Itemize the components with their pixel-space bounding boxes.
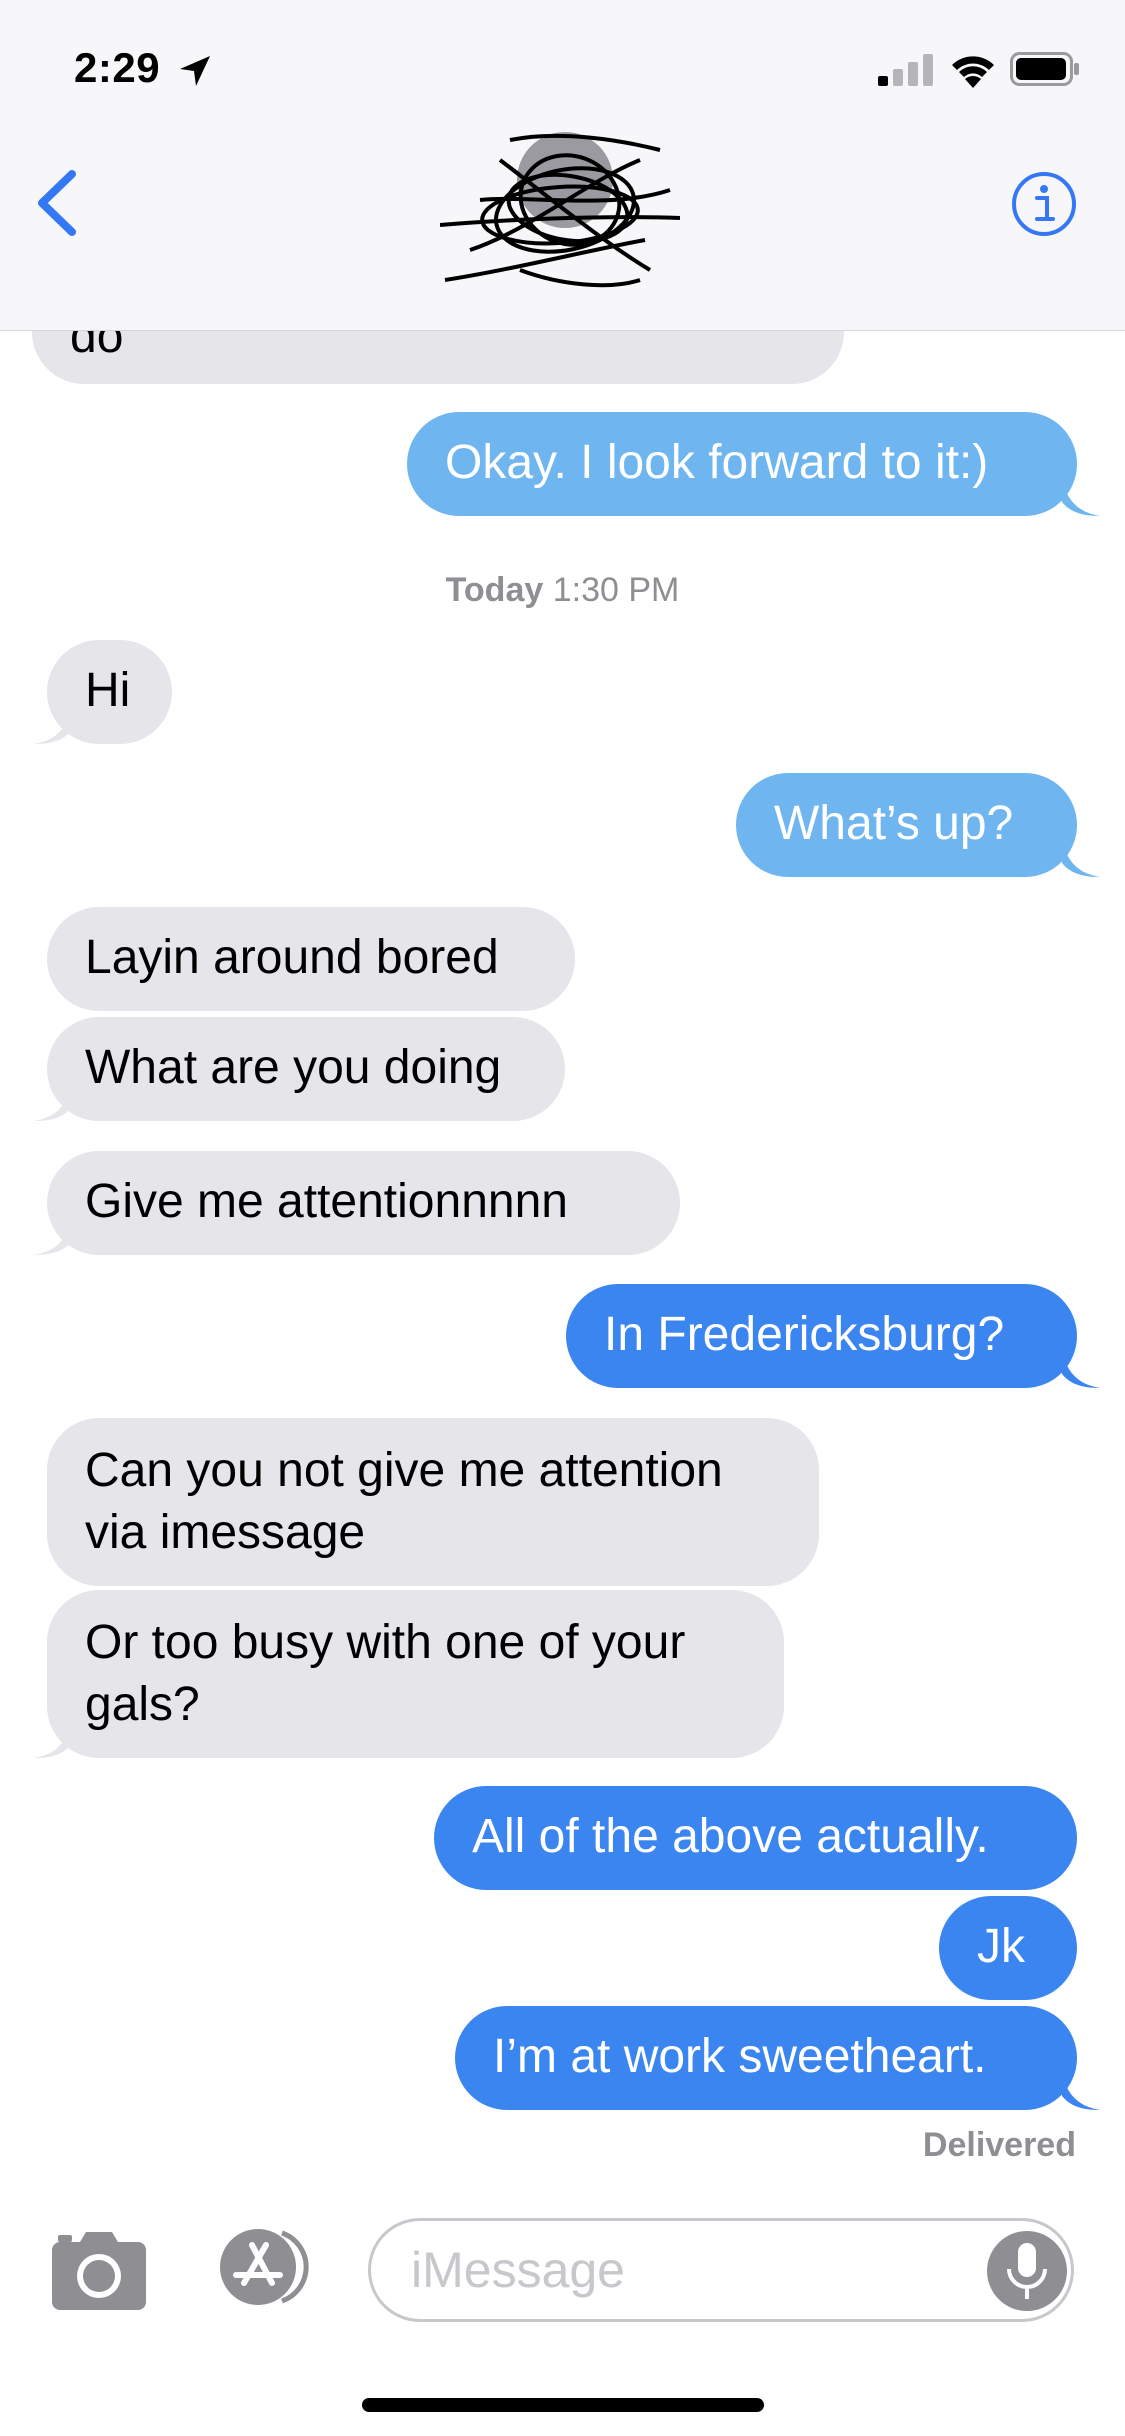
bubble-tail [34, 1720, 72, 1758]
outgoing-message[interactable]: Jk [939, 1896, 1077, 2000]
message-text: Can you not give me attention [85, 1444, 723, 1497]
bubble-tail [1062, 1350, 1100, 1388]
incoming-message[interactable]: Give me attentionnnnn [47, 1151, 680, 1255]
outgoing-message[interactable]: All of the above actually. [434, 1786, 1077, 1890]
back-chevron-icon[interactable] [34, 170, 78, 236]
status-time: 2:29 [74, 44, 161, 91]
outgoing-message[interactable]: In Fredericksburg? [566, 1284, 1077, 1388]
navigation-header: 2:29 [0, 0, 1125, 331]
message-text: Give me attentionnnnn [85, 1175, 568, 1228]
incoming-message[interactable]: Can you not give me attention via imessa… [47, 1418, 819, 1586]
timestamp: Today 1:30 PM [0, 571, 1125, 610]
bubble-tail [34, 1083, 72, 1121]
bubble-tail [34, 706, 72, 744]
bubble-tail [34, 1217, 72, 1255]
contact-avatar-scribbled[interactable] [440, 120, 680, 305]
message-text: All of the above actually. [472, 1810, 989, 1863]
incoming-message[interactable]: What are you doing [47, 1017, 565, 1121]
message-text: I’m at work sweetheart. [493, 2030, 987, 2083]
camera-icon[interactable] [50, 2226, 148, 2312]
message-text: Layin around bored [85, 931, 499, 984]
message-text: Jk [977, 1920, 1025, 1973]
home-indicator[interactable] [362, 2398, 764, 2412]
battery-icon [1010, 52, 1079, 86]
app-store-icon[interactable] [210, 2225, 320, 2309]
info-icon[interactable] [1010, 170, 1078, 238]
incoming-message[interactable]: Layin around bored [47, 907, 575, 1011]
bubble-tail [1062, 2072, 1100, 2110]
timestamp-day: Today [445, 571, 544, 609]
bubble-tail [1062, 478, 1100, 516]
message-text: Hi [85, 664, 131, 717]
outgoing-message[interactable]: Okay. I look forward to it:) [407, 412, 1077, 516]
location-arrow-icon [180, 56, 210, 86]
message-text: Or too busy with one of your [85, 1616, 686, 1669]
message-text: In Fredericksburg? [604, 1308, 1005, 1361]
message-text: via imessage [85, 1506, 366, 1559]
message-text: Okay. I look forward to it:) [445, 436, 989, 489]
outgoing-message[interactable]: What’s up? [736, 773, 1077, 877]
outgoing-message[interactable]: I’m at work sweetheart. [455, 2006, 1077, 2110]
incoming-message[interactable]: Or too busy with one of your gals? [47, 1590, 784, 1758]
bubble-tail [1062, 839, 1100, 877]
timestamp-time: 1:30 PM [552, 571, 680, 609]
message-text: What’s up? [774, 797, 1014, 850]
signal-icon [878, 54, 933, 86]
microphone-icon[interactable] [985, 2229, 1069, 2313]
message-text: What are you doing [85, 1041, 502, 1094]
delivery-status: Delivered [922, 2126, 1076, 2164]
message-input-placeholder: iMessage [411, 2242, 625, 2298]
message-input[interactable]: iMessage [368, 2218, 1074, 2322]
wifi-icon [952, 56, 994, 88]
message-text: gals? [85, 1678, 200, 1731]
